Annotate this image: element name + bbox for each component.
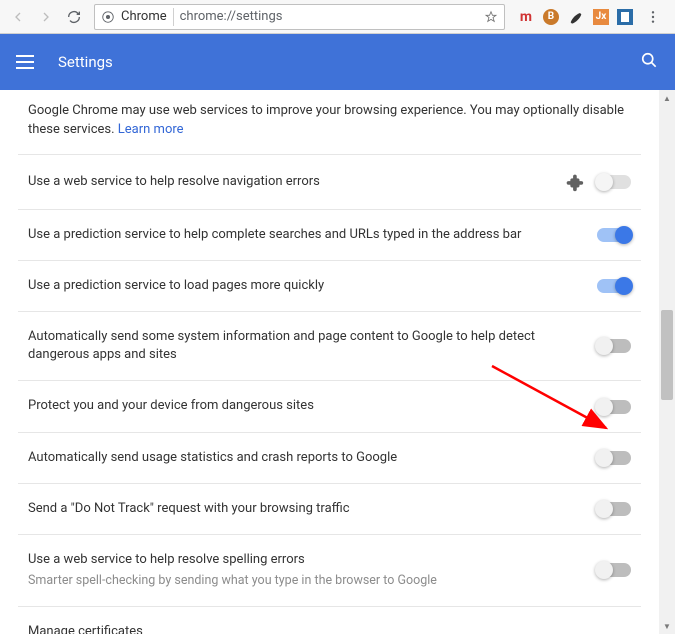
setting-row-spelling[interactable]: Use a web service to help resolve spelli…	[18, 534, 641, 606]
kebab-menu-icon[interactable]	[641, 5, 665, 29]
toggle-usage-stats[interactable]	[597, 451, 631, 465]
intro-text: Google Chrome may use web services to im…	[18, 90, 641, 154]
setting-row-auto-send-system[interactable]: Automatically send some system informati…	[18, 311, 641, 380]
scrollbar[interactable]: ▲ ▼	[659, 90, 675, 634]
setting-row-protect-device[interactable]: Protect you and your device from dangero…	[18, 380, 641, 431]
reload-button[interactable]	[62, 5, 86, 29]
search-icon[interactable]	[639, 50, 659, 74]
setting-label: Use a web service to help resolve spelli…	[28, 551, 585, 590]
setting-label: Use a prediction service to help complet…	[28, 226, 585, 244]
puzzle-icon	[563, 171, 585, 193]
setting-row-do-not-track[interactable]: Send a "Do Not Track" request with your …	[18, 483, 641, 534]
toggle-spelling[interactable]	[597, 563, 631, 577]
toggle-prediction-search[interactable]	[597, 228, 631, 242]
setting-label: Automatically send some system informati…	[28, 328, 585, 364]
setting-row-prediction-pages[interactable]: Use a prediction service to load pages m…	[18, 260, 641, 311]
extension-m-icon[interactable]: m	[517, 8, 535, 26]
extension-square-icon[interactable]	[617, 9, 633, 25]
setting-row-manage-certs[interactable]: Manage certificates Manage HTTPS/SSL cer…	[18, 606, 641, 634]
omnibox[interactable]: Chrome chrome://settings	[94, 4, 505, 30]
settings-scroll: Google Chrome may use web services to im…	[0, 90, 659, 634]
setting-label: Use a prediction service to load pages m…	[28, 277, 585, 295]
forward-button[interactable]	[34, 5, 58, 29]
toggle-auto-send-system[interactable]	[597, 339, 631, 353]
omnibox-divider	[173, 8, 174, 26]
setting-label: Automatically send usage statistics and …	[28, 449, 585, 467]
toggle-do-not-track[interactable]	[597, 502, 631, 516]
learn-more-link[interactable]: Learn more	[118, 122, 184, 137]
setting-row-usage-stats[interactable]: Automatically send usage statistics and …	[18, 432, 641, 483]
toggle-protect-device[interactable]	[597, 400, 631, 414]
setting-row-prediction-search[interactable]: Use a prediction service to help complet…	[18, 209, 641, 260]
scroll-thumb[interactable]	[661, 310, 673, 400]
setting-label: Manage certificates Manage HTTPS/SSL cer…	[28, 623, 601, 634]
settings-list: Google Chrome may use web services to im…	[18, 90, 641, 634]
settings-header: Settings	[0, 34, 675, 90]
extension-jx-icon[interactable]: Jx	[593, 9, 609, 25]
toggle-nav-errors[interactable]	[597, 175, 631, 189]
setting-row-nav-errors[interactable]: Use a web service to help resolve naviga…	[18, 154, 641, 209]
setting-label-main: Manage certificates	[28, 624, 143, 634]
toggle-prediction-pages[interactable]	[597, 279, 631, 293]
scheme-label: Chrome	[121, 9, 167, 24]
page-title: Settings	[58, 53, 113, 71]
setting-label-main: Use a web service to help resolve spelli…	[28, 552, 305, 567]
setting-label: Send a "Do Not Track" request with your …	[28, 500, 585, 518]
back-button[interactable]	[6, 5, 30, 29]
scroll-down-arrow[interactable]: ▼	[659, 618, 675, 634]
bookmark-star-icon[interactable]	[484, 10, 498, 24]
url-text: chrome://settings	[180, 9, 478, 24]
setting-sub: Smarter spell-checking by sending what y…	[28, 572, 585, 590]
setting-label: Protect you and your device from dangero…	[28, 397, 585, 415]
extension-brush-icon[interactable]	[567, 8, 585, 26]
browser-toolbar: Chrome chrome://settings m B Jx	[0, 0, 675, 34]
extensions-row: m B Jx	[513, 5, 669, 29]
extension-b-icon[interactable]: B	[543, 9, 559, 25]
site-favicon	[101, 10, 115, 24]
content-area: Google Chrome may use web services to im…	[0, 90, 675, 634]
scroll-up-arrow[interactable]: ▲	[659, 90, 675, 106]
setting-label: Use a web service to help resolve naviga…	[28, 173, 551, 191]
hamburger-menu-icon[interactable]	[16, 50, 40, 74]
